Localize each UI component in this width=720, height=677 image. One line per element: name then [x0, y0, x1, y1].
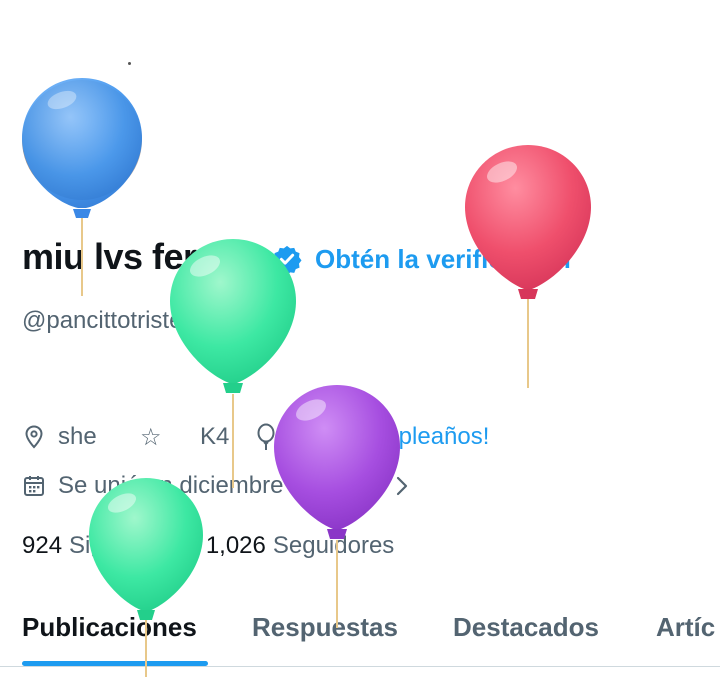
- avatar[interactable]: [22, 80, 142, 200]
- following-link[interactable]: 924 Siguiendo: [22, 532, 176, 560]
- display-name: miu lvs fer<3: [22, 236, 237, 277]
- counts-row: 924 Siguiendo 1,026 Seguidores: [22, 532, 394, 560]
- avatar-photo: [22, 80, 142, 200]
- followers-count: 1,026: [205, 532, 266, 559]
- tab-respuestas[interactable]: Respuestas: [252, 612, 398, 643]
- following-label: Siguiendo: [69, 532, 176, 559]
- joined-row: Se unió en diciembre de 2023: [22, 472, 421, 500]
- star-text: ☆: [140, 424, 162, 451]
- location-pin-icon: [25, 425, 43, 449]
- meta-row: she: [22, 422, 97, 452]
- followers-label: Seguidores: [272, 532, 395, 559]
- following-count: 924: [22, 532, 63, 559]
- handle: @pancittotriste: [22, 307, 183, 334]
- birthday-link[interactable]: ¡Feliz cumpleaños!: [288, 423, 489, 451]
- tab-publicaciones[interactable]: Publicaciones: [22, 612, 197, 643]
- followers-link[interactable]: 1,026 Seguidores: [206, 532, 394, 560]
- tab-destacados[interactable]: Destacados: [453, 612, 599, 643]
- avatar-speck: [128, 62, 131, 65]
- balloon-icon: [257, 423, 275, 450]
- location-item: she: [22, 423, 97, 451]
- tab-articulos[interactable]: Artíc: [656, 612, 715, 643]
- verified-badge-icon[interactable]: [272, 244, 302, 274]
- tabs-divider: [0, 666, 720, 667]
- pronouns-text: she: [58, 423, 97, 450]
- birthday-item[interactable]: ¡Feliz cumpleaños!: [256, 422, 489, 452]
- joined-text: Se unió en diciembre de 2023: [58, 472, 377, 499]
- profile-tabs: Publicaciones Respuestas Destacados Artí…: [0, 600, 720, 666]
- k4-text: K4: [200, 423, 230, 450]
- chevron-right-icon[interactable]: [395, 475, 409, 497]
- get-verified-link[interactable]: Obtén la verificación: [315, 244, 571, 275]
- calendar-icon: [24, 476, 44, 496]
